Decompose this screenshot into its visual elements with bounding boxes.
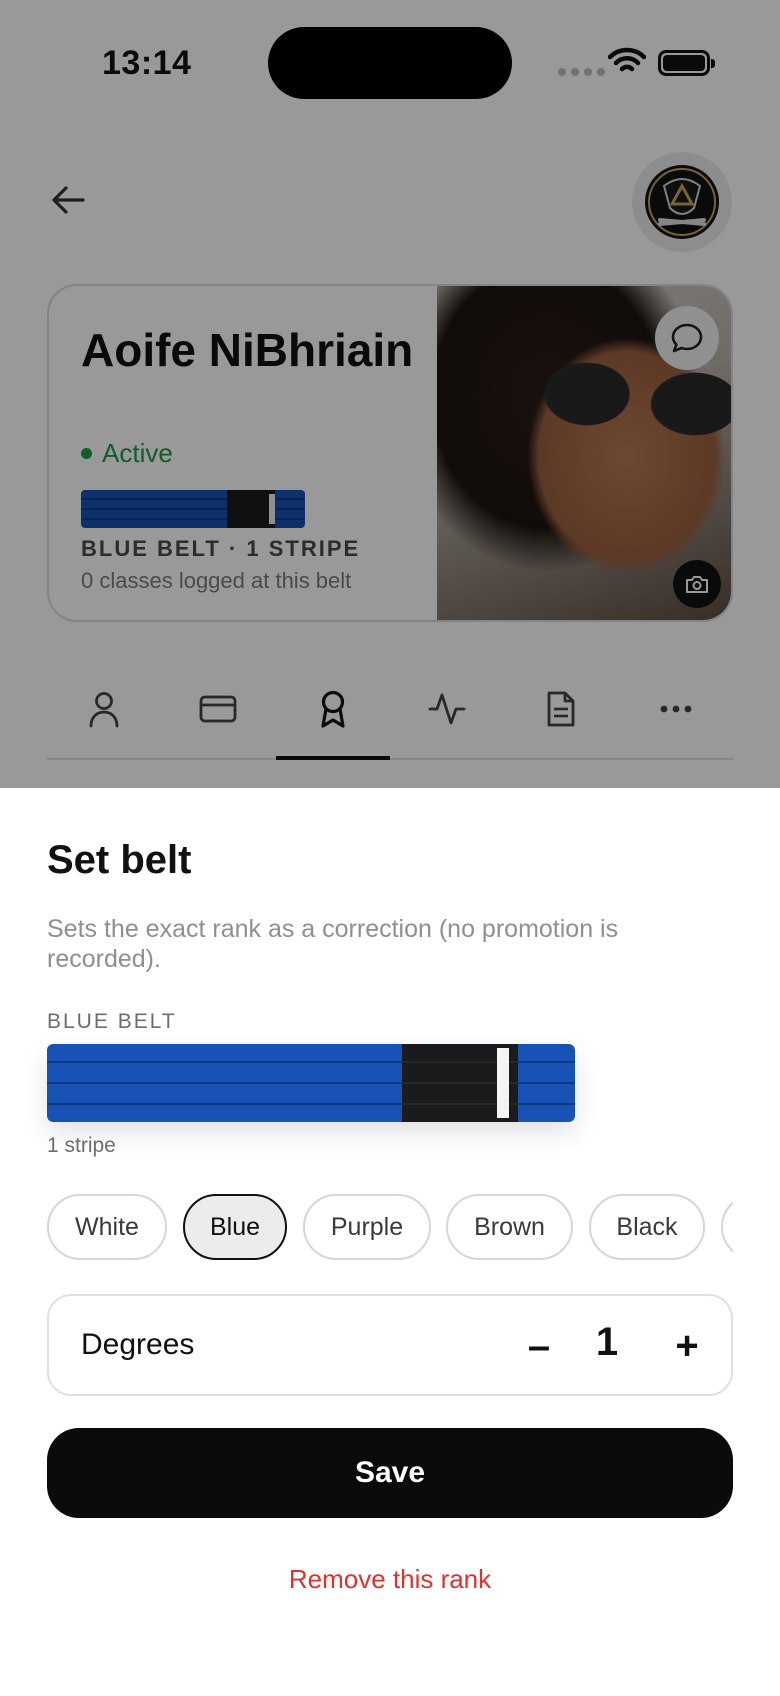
- belt-name-label: BLUE BELT: [47, 1010, 177, 1033]
- decrement-button[interactable]: –: [511, 1318, 567, 1374]
- increment-button[interactable]: +: [659, 1318, 715, 1374]
- degrees-label: Degrees: [81, 1328, 195, 1361]
- belt-option-black[interactable]: Black: [589, 1194, 705, 1260]
- belt-option-more[interactable]: [721, 1194, 733, 1260]
- modal-backdrop[interactable]: [0, 0, 780, 788]
- sheet-title: Set belt: [47, 838, 192, 882]
- set-belt-sheet: Set belt Sets the exact rank as a correc…: [0, 788, 780, 1696]
- belt-option-blue[interactable]: Blue: [183, 1194, 287, 1260]
- belt-option-brown[interactable]: Brown: [446, 1194, 573, 1260]
- member-profile-screen: 13:14 Aoife NiBhriain Active BLUE BELT ·…: [0, 0, 780, 788]
- degrees-stepper: Degrees – 1 +: [47, 1294, 733, 1396]
- belt-option-purple[interactable]: Purple: [303, 1194, 431, 1260]
- belt-preview: [47, 1044, 575, 1122]
- save-button[interactable]: Save: [47, 1428, 733, 1518]
- sheet-description: Sets the exact rank as a correction (no …: [47, 915, 619, 973]
- remove-rank-button[interactable]: Remove this rank: [0, 1564, 780, 1595]
- degrees-value: 1: [595, 1320, 619, 1364]
- belt-option-white[interactable]: White: [47, 1194, 167, 1260]
- stripe-count: 1 stripe: [47, 1134, 116, 1157]
- belt-options: White Blue Purple Brown Black: [47, 1194, 733, 1262]
